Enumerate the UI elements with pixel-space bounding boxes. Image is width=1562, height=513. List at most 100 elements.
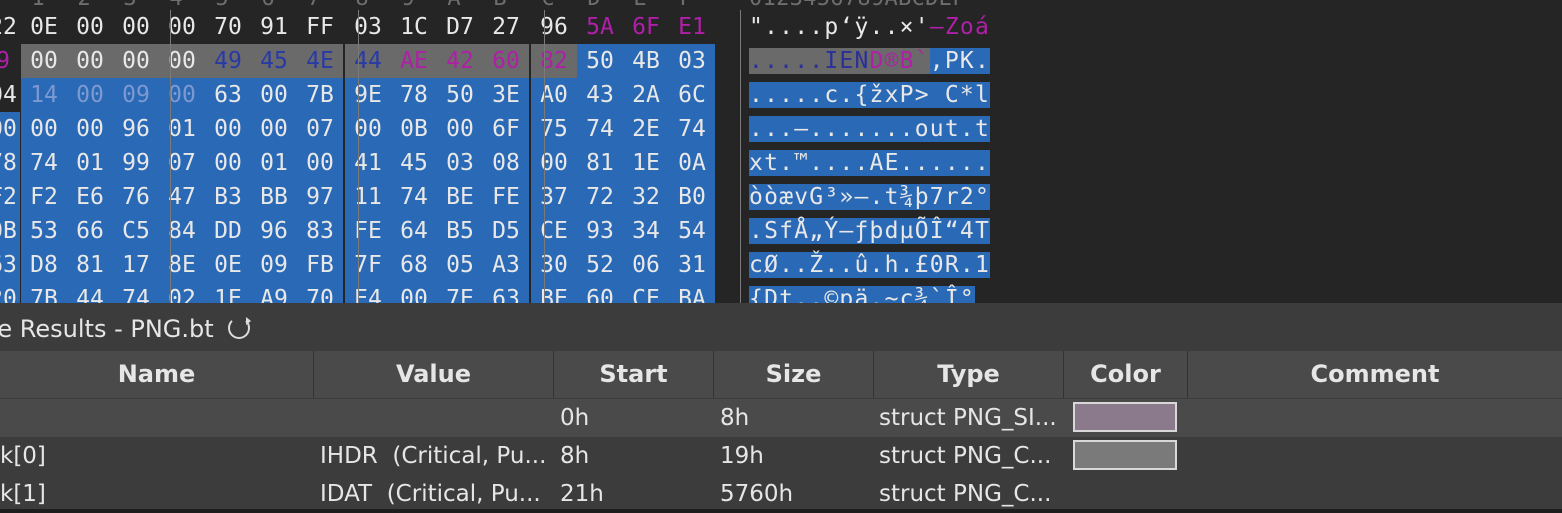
hex-byte[interactable]: 43 <box>577 78 623 112</box>
hex-byte[interactable]: FB <box>297 248 343 282</box>
hex-byte[interactable]: 09 <box>251 248 297 282</box>
hex-byte[interactable]: 06 <box>623 248 669 282</box>
hex-byte[interactable]: 60 <box>483 44 529 78</box>
hex-byte[interactable]: 0E <box>205 248 251 282</box>
hex-byte[interactable]: 50 <box>437 78 483 112</box>
hex-byte[interactable]: BE <box>437 180 483 214</box>
hex-byte[interactable]: 01 <box>251 146 297 180</box>
hex-byte[interactable]: 4E <box>297 44 343 78</box>
ascii-row[interactable]: .SfÅ„Ý–ƒþdµÕÎ“4T <box>749 214 990 248</box>
hex-byte[interactable]: 09 <box>113 78 159 112</box>
hex-byte[interactable]: 05 <box>437 248 483 282</box>
hex-byte[interactable]: AE <box>391 44 437 78</box>
hex-byte[interactable]: 03 <box>345 10 391 44</box>
column-header-value[interactable]: Value <box>314 351 554 398</box>
hex-byte[interactable]: 01 <box>67 146 113 180</box>
hex-byte[interactable]: 00 <box>0 112 20 146</box>
hex-byte[interactable]: 00 <box>205 146 251 180</box>
hex-byte[interactable]: 00 <box>345 112 391 146</box>
hex-byte[interactable]: 07 <box>297 112 343 146</box>
hex-byte[interactable]: 63 <box>483 282 529 303</box>
hex-byte[interactable]: 03 <box>437 146 483 180</box>
hex-byte[interactable]: 81 <box>67 248 113 282</box>
ascii-row[interactable]: .....IEND®B`‚PK. <box>749 44 990 78</box>
hex-byte[interactable]: 96 <box>251 214 297 248</box>
hex-byte[interactable]: 7F <box>345 248 391 282</box>
hex-byte[interactable]: D7 <box>437 10 483 44</box>
hex-byte[interactable]: FE <box>345 214 391 248</box>
ascii-row[interactable]: .....c.{žxP> C*l <box>749 78 990 112</box>
hex-byte[interactable]: B3 <box>205 180 251 214</box>
hex-byte[interactable]: D5 <box>483 214 529 248</box>
ascii-row[interactable]: òòævG³»—.t¾þ7r2° <box>749 180 990 214</box>
hex-byte[interactable]: FE <box>483 180 529 214</box>
hex-byte[interactable]: 5A <box>577 10 623 44</box>
hex-byte[interactable]: 9E <box>345 78 391 112</box>
hex-byte[interactable]: 70 <box>205 10 251 44</box>
hex-byte[interactable]: 74 <box>113 282 159 303</box>
hex-byte[interactable]: E4 <box>345 282 391 303</box>
hex-byte[interactable]: 2E <box>623 112 669 146</box>
hex-byte[interactable]: B0 <box>669 180 715 214</box>
hex-byte[interactable]: 00 <box>67 112 113 146</box>
hex-byte[interactable]: 9 <box>0 44 20 78</box>
hex-byte[interactable]: 44 <box>345 44 391 78</box>
hex-byte[interactable]: 07 <box>159 146 205 180</box>
hex-byte[interactable]: 30 <box>531 248 577 282</box>
hex-byte[interactable]: 75 <box>531 112 577 146</box>
hex-byte[interactable]: 0B <box>391 112 437 146</box>
hex-byte[interactable]: 00 <box>67 44 113 78</box>
hex-byte[interactable]: 08 <box>483 146 529 180</box>
hex-byte[interactable]: 97 <box>297 180 343 214</box>
hex-byte[interactable]: 0A <box>669 146 715 180</box>
hex-byte[interactable]: 37 <box>531 180 577 214</box>
hex-byte[interactable]: BB <box>251 180 297 214</box>
hex-byte[interactable]: 53 <box>21 214 67 248</box>
hex-byte[interactable]: 54 <box>669 214 715 248</box>
hex-byte[interactable]: BE <box>531 282 577 303</box>
hex-byte[interactable]: CE <box>531 214 577 248</box>
ascii-row[interactable]: ...–.......out.t <box>749 112 990 146</box>
hex-byte[interactable]: 11 <box>345 180 391 214</box>
column-header-start[interactable]: Start <box>554 351 714 398</box>
hex-byte[interactable]: 00 <box>21 112 67 146</box>
column-header-color[interactable]: Color <box>1064 351 1188 398</box>
hex-byte[interactable]: 45 <box>391 146 437 180</box>
hex-byte[interactable]: 7B <box>21 282 67 303</box>
hex-byte[interactable]: 74 <box>669 112 715 146</box>
hex-byte[interactable]: 78 <box>391 78 437 112</box>
hex-byte[interactable]: F2 <box>21 180 67 214</box>
hex-byte[interactable]: 41 <box>345 146 391 180</box>
hex-byte[interactable]: 96 <box>113 112 159 146</box>
hex-byte[interactable]: 50 <box>577 44 623 78</box>
hex-byte[interactable]: 00 <box>113 10 159 44</box>
hex-byte[interactable]: 1E <box>623 146 669 180</box>
ascii-row[interactable]: xt.™....AE...... <box>749 146 990 180</box>
hex-byte[interactable]: F2 <box>0 180 20 214</box>
refresh-icon[interactable] <box>227 317 251 339</box>
column-header-type[interactable]: Type <box>874 351 1064 398</box>
color-swatch[interactable] <box>1073 440 1177 470</box>
hex-byte[interactable]: 78 <box>0 146 20 180</box>
hex-byte[interactable]: 68 <box>391 248 437 282</box>
hex-byte[interactable]: 7B <box>297 78 343 112</box>
hex-byte[interactable]: 42 <box>437 44 483 78</box>
hex-byte[interactable]: 04 <box>0 78 20 112</box>
hex-byte[interactable]: A9 <box>251 282 297 303</box>
hex-byte[interactable]: 00 <box>67 10 113 44</box>
hex-byte[interactable]: 00 <box>159 10 205 44</box>
hex-byte[interactable]: 0B <box>0 214 20 248</box>
hex-byte[interactable]: 64 <box>391 214 437 248</box>
hex-byte[interactable]: 00 <box>113 44 159 78</box>
hex-byte[interactable]: 1C <box>391 10 437 44</box>
hex-byte[interactable]: C5 <box>113 214 159 248</box>
hex-byte[interactable]: 91 <box>251 10 297 44</box>
hex-byte[interactable]: 22 <box>0 10 20 44</box>
hex-byte[interactable]: 83 <box>297 214 343 248</box>
hex-byte[interactable]: 4B <box>623 44 669 78</box>
hex-byte[interactable]: 66 <box>67 214 113 248</box>
hex-byte[interactable]: 81 <box>577 146 623 180</box>
hex-byte[interactable]: E1 <box>669 10 715 44</box>
hex-byte[interactable]: 74 <box>391 180 437 214</box>
hex-byte[interactable]: 6F <box>623 10 669 44</box>
